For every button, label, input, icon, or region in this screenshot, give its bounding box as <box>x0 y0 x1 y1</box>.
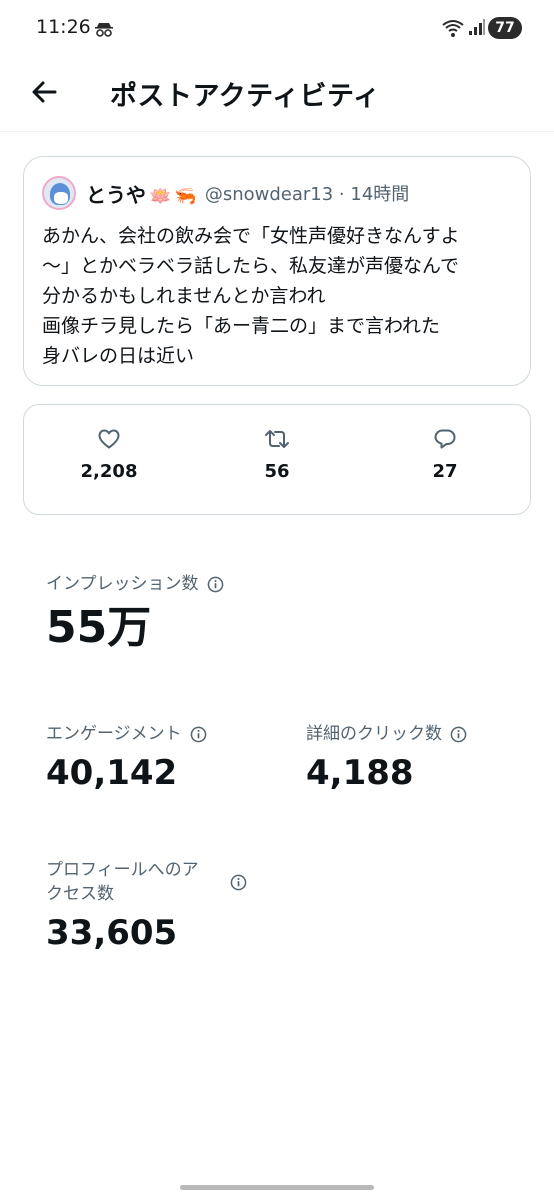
battery-indicator: 77 <box>488 17 522 39</box>
like-count: 2,208 <box>80 461 138 482</box>
impressions-label: インプレッション数 <box>46 574 199 594</box>
profile-visits-label-line1: プロフィールへのア <box>46 860 199 880</box>
impressions-value: 55万 <box>46 602 152 653</box>
engagements-value: 40,142 <box>46 753 178 793</box>
like-stat[interactable]: 2,208 <box>49 427 169 482</box>
author-handle: @snowdear13 · 14時間 <box>204 184 410 205</box>
status-bar: 11:26 77 <box>0 0 554 56</box>
shrimp-emoji: 🦐 <box>174 185 197 207</box>
detail-clicks-label: 詳細のクリック数 <box>306 724 442 744</box>
heart-icon <box>98 429 120 449</box>
reply-count: 27 <box>432 461 458 482</box>
profile-visits-value: 33,605 <box>46 913 178 953</box>
avatar[interactable] <box>42 176 76 210</box>
info-icon[interactable] <box>230 874 247 891</box>
engagement-stats-card: 2,208 56 27 <box>23 404 531 515</box>
status-time: 11:26 <box>36 16 91 38</box>
post-text: あかん、会社の飲み会で「女性声優好きなんすよ 〜」とかベラベラ話したら、私友達が… <box>42 225 460 367</box>
profile-visits-label-line2: クセス数 <box>46 884 114 904</box>
info-icon[interactable] <box>207 576 224 593</box>
detail-clicks-value: 4,188 <box>306 753 414 793</box>
top-app-bar: ポストアクティビティ <box>0 56 554 132</box>
arrow-left-icon <box>32 81 57 103</box>
retweet-count: 56 <box>264 461 290 482</box>
retweet-icon <box>265 430 289 448</box>
retweet-stat[interactable]: 56 <box>217 427 337 482</box>
page-title: ポストアクティビティ <box>110 81 381 112</box>
reply-stat[interactable]: 27 <box>385 427 505 482</box>
engagements-metric: エンゲージメント 40,142 <box>46 722 207 794</box>
incognito-icon <box>95 23 113 37</box>
home-indicator[interactable] <box>180 1185 374 1190</box>
back-button[interactable] <box>26 74 62 110</box>
quoted-post-card[interactable]: とうや 🪷 🦐 @snowdear13 · 14時間 あかん、会社の飲み会で「女性声… <box>23 156 531 386</box>
lotus-emoji: 🪷 <box>149 185 172 207</box>
profile-visits-metric: プロフィールへのア クセス数 33,605 <box>46 858 247 954</box>
post-header: とうや 🪷 🦐 @snowdear13 · 14時間 <box>42 175 512 211</box>
engagements-label: エンゲージメント <box>46 724 182 744</box>
reply-icon <box>434 429 456 449</box>
info-icon[interactable] <box>450 726 467 743</box>
author-name: とうや 🪷 🦐 <box>86 182 197 207</box>
wifi-icon <box>442 20 464 37</box>
signal-icon <box>469 19 485 35</box>
impressions-metric: インプレッション数 55万 <box>46 572 224 654</box>
detail-clicks-metric: 詳細のクリック数 4,188 <box>306 722 467 794</box>
info-icon[interactable] <box>190 726 207 743</box>
